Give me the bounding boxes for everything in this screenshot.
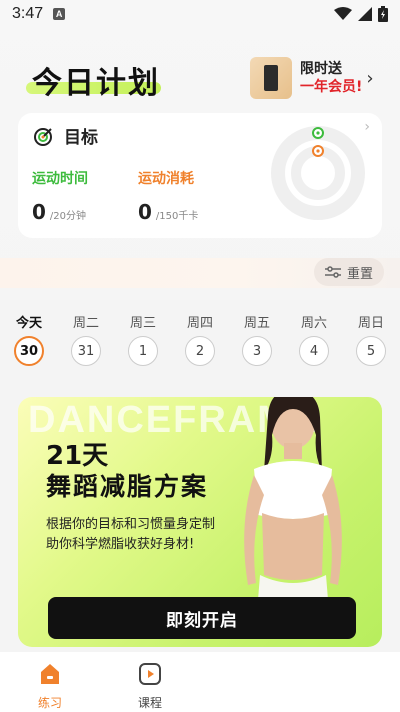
target-icon <box>34 127 52 146</box>
week-selector: 今天 30 周二 31 周三 1 周四 2 周五 3 周六 4 周日 5 <box>0 312 400 372</box>
tab-practice[interactable]: 练习 <box>20 662 80 711</box>
day-date: 1 <box>128 336 158 366</box>
day-item[interactable]: 周四 2 <box>180 312 220 366</box>
tab-courses[interactable]: 课程 <box>120 662 180 711</box>
status-time: 3:47 <box>12 5 44 22</box>
vip-line2: 一年会员! <box>300 79 363 95</box>
promo-card[interactable]: DANCEFRAME 21天 舞蹈减脂方案 根据你的目标和习惯量身定制 助你科学… <box>18 397 382 647</box>
exercise-time-unit: /20分钟 <box>49 211 87 222</box>
day-item[interactable]: 周三 1 <box>123 312 163 366</box>
day-date: 5 <box>356 336 386 366</box>
bottom-tab-bar: 练习 课程 <box>0 652 400 712</box>
page-title: 今日计划 <box>32 66 160 101</box>
day-item[interactable]: 周日 5 <box>351 312 391 366</box>
tab-courses-label: 课程 <box>137 696 162 710</box>
day-label: 周六 <box>300 316 327 331</box>
day-date: 30 <box>14 336 44 366</box>
start-now-button[interactable]: 即刻开启 <box>48 597 356 639</box>
home-icon <box>41 664 59 684</box>
day-label: 周二 <box>72 316 99 331</box>
vip-line1: 限时送 <box>300 61 342 77</box>
battery-icon <box>378 6 388 22</box>
day-date: 3 <box>242 336 272 366</box>
day-item[interactable]: 今天 30 <box>9 312 49 366</box>
day-label: 今天 <box>15 316 42 331</box>
day-label: 周四 <box>186 316 213 331</box>
day-item[interactable]: 周二 31 <box>66 312 106 366</box>
progress-ring <box>271 126 365 220</box>
exercise-time-label: 运动时间 <box>32 171 88 187</box>
play-icon <box>139 663 161 685</box>
status-bar: 3:47 A <box>0 0 400 28</box>
promo-title-line2: 舞蹈减脂方案 <box>46 472 209 501</box>
reset-button[interactable]: 重置 <box>314 258 384 286</box>
goal-title: 目标 <box>64 128 98 148</box>
vip-promo-banner[interactable]: 限时送 一年会员! › <box>250 56 385 100</box>
day-date: 2 <box>185 336 215 366</box>
wifi-icon <box>334 7 352 20</box>
day-item[interactable]: 周六 4 <box>294 312 334 366</box>
day-item[interactable]: 周五 3 <box>237 312 277 366</box>
exercise-burn-label: 运动消耗 <box>138 171 194 187</box>
status-icons <box>334 6 388 22</box>
exercise-burn-unit: /150千卡 <box>155 211 199 222</box>
day-label: 周日 <box>357 316 384 331</box>
signal-icon <box>358 7 372 21</box>
day-label: 周五 <box>243 316 270 331</box>
day-date: 31 <box>71 336 101 366</box>
exercise-burn-value: 0 <box>138 200 152 224</box>
exercise-burn-stat: 运动消耗 0 /150千卡 <box>138 168 198 224</box>
vip-text: 限时送 一年会员! <box>300 60 362 96</box>
dancer-figure-image <box>244 397 342 625</box>
exercise-time-value: 0 <box>32 200 46 224</box>
goal-title-row: 目标 <box>34 123 98 148</box>
notification-icon: A <box>53 8 66 20</box>
reset-label: 重置 <box>346 266 373 282</box>
tab-practice-label: 练习 <box>37 696 62 710</box>
chevron-right-icon: › <box>366 67 374 89</box>
day-label: 周三 <box>129 316 156 331</box>
day-date: 4 <box>299 336 329 366</box>
vip-thumbnail <box>250 57 292 99</box>
sliders-icon <box>324 266 341 278</box>
goal-card[interactable]: 目标 › 运动时间 0 /20分钟 运动消耗 0 /150千卡 <box>18 113 382 238</box>
exercise-time-stat: 运动时间 0 /20分钟 <box>32 168 88 224</box>
